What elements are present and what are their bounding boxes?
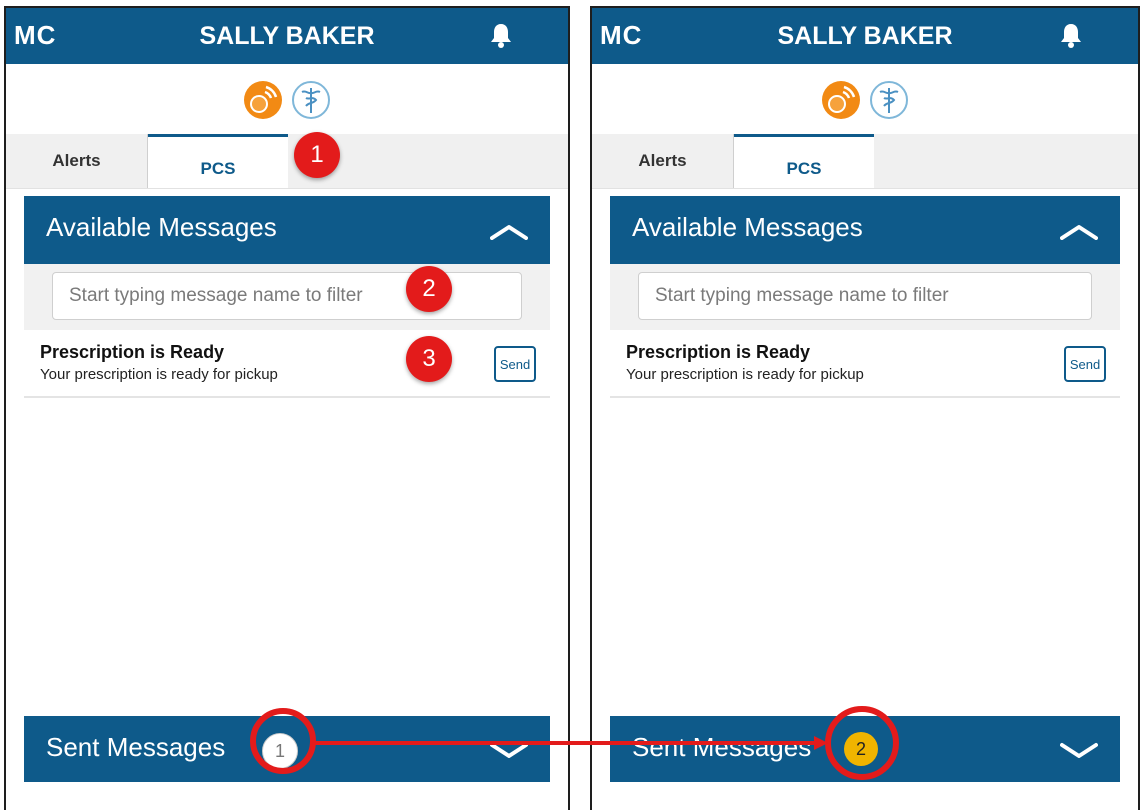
message-row: Prescription is Ready Your prescription … <box>610 330 1120 398</box>
callout-2: 2 <box>406 266 452 312</box>
sent-messages-title: Sent Messages <box>46 732 226 762</box>
caduceus-icon[interactable] <box>291 80 331 120</box>
phone-screen-after: MC SALLY BAKER Alerts PCS Available Mess… <box>590 6 1140 810</box>
pharmacy-broadcast-icon[interactable] <box>243 80 283 120</box>
tab-bar: Alerts PCS <box>592 134 1138 189</box>
available-messages-title: Available Messages <box>46 212 277 242</box>
user-name: SALLY BAKER <box>199 22 375 50</box>
callout-1: 1 <box>294 132 340 178</box>
sent-messages-title: Sent Messages <box>632 732 812 762</box>
available-messages-header[interactable]: Available Messages <box>24 196 550 264</box>
chevron-up-icon[interactable] <box>490 224 528 240</box>
tab-pcs[interactable]: PCS <box>734 134 874 188</box>
tab-alerts[interactable]: Alerts <box>592 134 734 188</box>
chevron-down-icon[interactable] <box>1060 742 1098 758</box>
tab-pcs-label: PCS <box>200 159 236 178</box>
message-row: Prescription is Ready Your prescription … <box>24 330 550 398</box>
callout-3: 3 <box>406 336 452 382</box>
message-filter-input[interactable] <box>638 272 1092 320</box>
tab-pcs-label: PCS <box>786 159 822 178</box>
send-button[interactable]: Send <box>1064 346 1106 382</box>
available-messages-title: Available Messages <box>632 212 863 242</box>
send-button[interactable]: Send <box>494 346 536 382</box>
phone-screen-before: MC SALLY BAKER Alerts PCS Available Mess… <box>4 6 570 810</box>
user-name: SALLY BAKER <box>777 22 953 50</box>
bell-icon[interactable] <box>1060 22 1082 48</box>
chevron-up-icon[interactable] <box>1060 224 1098 240</box>
message-filter-input[interactable] <box>52 272 522 320</box>
filter-area <box>610 264 1120 330</box>
tab-alerts[interactable]: Alerts <box>6 134 148 188</box>
message-title: Prescription is Ready <box>40 342 225 362</box>
message-subtitle: Your prescription is ready for pickup <box>626 366 864 383</box>
available-messages-header[interactable]: Available Messages <box>610 196 1120 264</box>
app-icons <box>592 80 1138 124</box>
caduceus-icon[interactable] <box>869 80 909 120</box>
tab-bar: Alerts PCS <box>6 134 568 189</box>
app-icons <box>6 80 568 124</box>
tab-pcs[interactable]: PCS <box>148 134 288 188</box>
bell-icon[interactable] <box>490 22 512 48</box>
app-header: MC SALLY BAKER <box>6 8 568 64</box>
message-subtitle: Your prescription is ready for pickup <box>40 366 278 383</box>
chevron-down-icon[interactable] <box>490 742 528 758</box>
app-header: MC SALLY BAKER <box>592 8 1138 64</box>
message-title: Prescription is Ready <box>626 342 811 362</box>
pharmacy-broadcast-icon[interactable] <box>821 80 861 120</box>
highlight-ring-left <box>250 708 316 774</box>
filter-area <box>24 264 550 330</box>
highlight-ring-right <box>825 706 899 780</box>
